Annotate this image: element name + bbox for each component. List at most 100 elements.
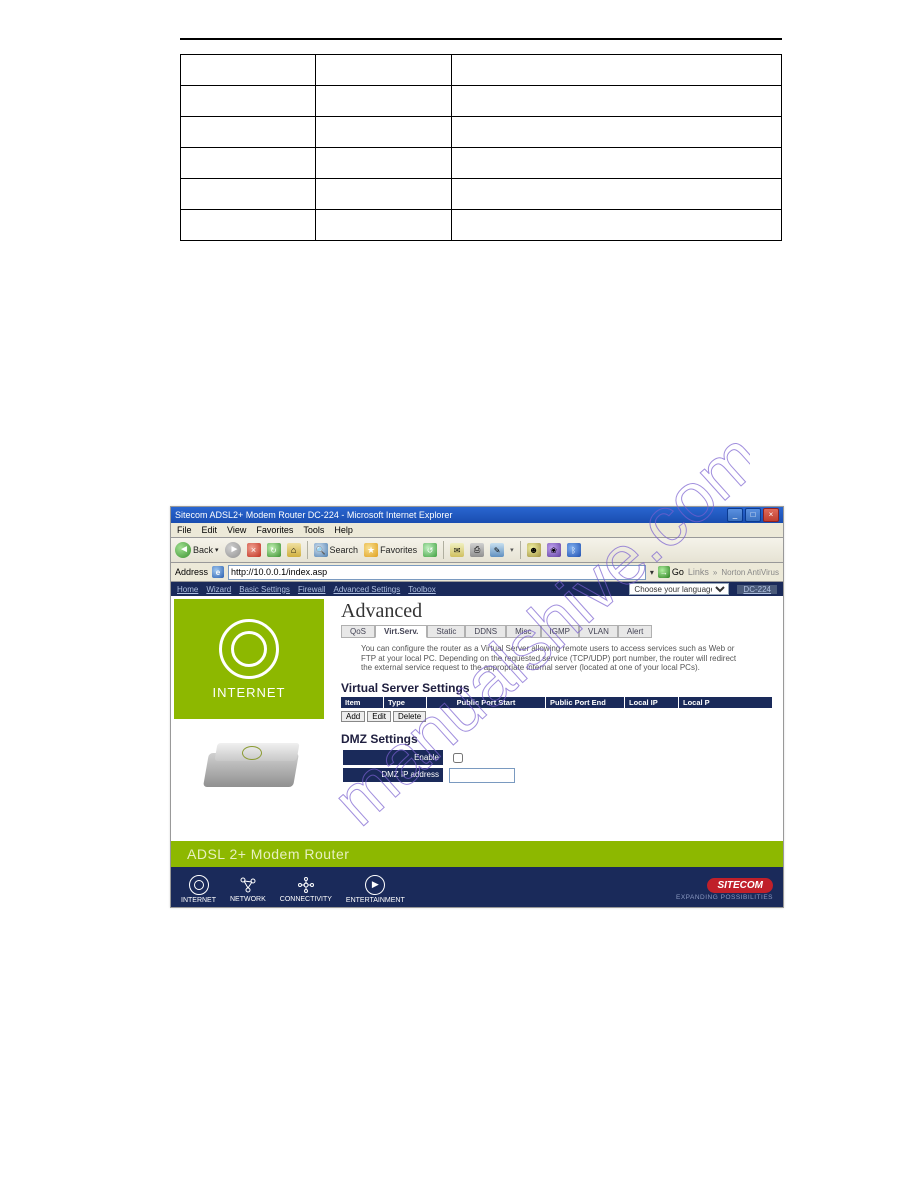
menu-view[interactable]: View — [227, 525, 246, 535]
bn-network[interactable]: NETWORK — [230, 876, 266, 903]
tab-virtserv[interactable]: Virt.Serv. — [375, 625, 427, 638]
window-title: Sitecom ADSL2+ Modem Router DC-224 - Mic… — [175, 510, 452, 520]
tab-static[interactable]: Static — [427, 625, 465, 638]
main-panel: Advanced QoS Virt.Serv. Static DDNS Misc… — [331, 596, 783, 841]
refresh-icon[interactable]: ↻ — [267, 543, 281, 557]
menu-favorites[interactable]: Favorites — [256, 525, 293, 535]
back-icon: ◄ — [175, 542, 191, 558]
sidebar: INTERNET — [171, 596, 331, 841]
menu-file[interactable]: File — [177, 525, 192, 535]
tab-igmp[interactable]: IGMP — [541, 625, 579, 638]
research-icon[interactable]: ❀ — [547, 543, 561, 557]
col-pps: Public Port Start — [427, 697, 546, 708]
dmz-enable-label: Enable — [343, 750, 443, 766]
menu-edit[interactable]: Edit — [202, 525, 218, 535]
forward-icon: ► — [225, 542, 241, 558]
search-icon: 🔍 — [314, 543, 328, 557]
sub-tabs: QoS Virt.Serv. Static DDNS Misc IGMP VLA… — [341, 625, 773, 638]
separator — [520, 541, 521, 559]
device-label: DC-224 — [737, 585, 777, 594]
table-row — [181, 55, 782, 86]
dmz-title: DMZ Settings — [341, 732, 773, 746]
description-text: You can configure the router as a Virtua… — [361, 644, 741, 673]
dropdown-icon[interactable]: ▾ — [650, 568, 654, 577]
links-label[interactable]: Links — [688, 567, 709, 577]
chevron-down-icon[interactable]: ▾ — [510, 546, 514, 554]
nav-toolbox[interactable]: Toolbox — [408, 585, 436, 594]
param-table — [180, 54, 782, 241]
table-row — [181, 117, 782, 148]
internet-label: INTERNET — [213, 685, 286, 700]
router-image — [196, 739, 306, 794]
dmz-ip-input[interactable] — [449, 768, 515, 783]
delete-button[interactable]: Delete — [393, 711, 426, 722]
browser-window: Sitecom ADSL2+ Modem Router DC-224 - Mic… — [170, 506, 784, 908]
entertainment-icon: ▶ — [365, 875, 385, 895]
title-bar: Sitecom ADSL2+ Modem Router DC-224 - Mic… — [171, 507, 783, 523]
address-input[interactable] — [228, 565, 646, 580]
col-ppe: Public Port End — [546, 697, 625, 708]
address-bar: Address e ▾ → Go Links » Norton AntiViru… — [171, 563, 783, 582]
language-select[interactable]: Choose your language — [629, 583, 729, 595]
tab-vlan[interactable]: VLAN — [579, 625, 618, 638]
table-row — [181, 210, 782, 241]
dmz-table: Enable DMZ IP address — [341, 748, 521, 785]
sidebar-internet-tile[interactable]: INTERNET — [174, 599, 324, 719]
col-localp: Local P — [679, 697, 773, 708]
bn-entertainment[interactable]: ▶ ENTERTAINMENT — [346, 875, 405, 904]
maximize-button[interactable]: □ — [745, 508, 761, 522]
edit-button[interactable]: Edit — [367, 711, 391, 722]
favorites-button[interactable]: ★ Favorites — [364, 543, 417, 557]
brand-logo: SITECOM EXPANDING POSSIBILITIES — [676, 878, 773, 901]
menu-bar: File Edit View Favorites Tools Help — [171, 523, 783, 538]
nav-home[interactable]: Home — [177, 585, 198, 594]
separator — [443, 541, 444, 559]
tab-qos[interactable]: QoS — [341, 625, 375, 638]
edit-icon[interactable]: ✎ — [490, 543, 504, 557]
tab-ddns[interactable]: DDNS — [465, 625, 506, 638]
menu-tools[interactable]: Tools — [303, 525, 324, 535]
search-button[interactable]: 🔍 Search — [314, 543, 359, 557]
table-row — [181, 148, 782, 179]
back-button[interactable]: ◄ Back ▾ — [175, 542, 219, 558]
mail-icon[interactable]: ✉ — [450, 543, 464, 557]
history-icon[interactable]: ↺ — [423, 543, 437, 557]
col-localip: Local IP — [625, 697, 679, 708]
home-icon[interactable]: ⌂ — [287, 543, 301, 557]
print-icon[interactable]: ⎙ — [470, 543, 484, 557]
col-type: Type — [384, 697, 427, 708]
stop-icon[interactable]: × — [247, 543, 261, 557]
network-icon — [239, 876, 257, 894]
bn-internet[interactable]: INTERNET — [181, 875, 216, 904]
dmz-enable-checkbox[interactable] — [453, 753, 463, 763]
nav-advanced-settings[interactable]: Advanced Settings — [334, 585, 401, 594]
menu-help[interactable]: Help — [334, 525, 353, 535]
separator — [307, 541, 308, 559]
tab-alert[interactable]: Alert — [618, 625, 652, 638]
nav-wizard[interactable]: Wizard — [206, 585, 231, 594]
norton-toolbar[interactable]: Norton AntiVirus — [721, 568, 779, 577]
favorites-icon: ★ — [364, 543, 378, 557]
nav-firewall[interactable]: Firewall — [298, 585, 326, 594]
toolbar: ◄ Back ▾ ► × ↻ ⌂ 🔍 Search ★ Favorites — [171, 538, 783, 563]
app-top-nav: Home Wizard Basic Settings Firewall Adva… — [171, 582, 783, 596]
vss-header: Item Type Public Port Start Public Port … — [341, 697, 773, 708]
internet-icon — [189, 875, 209, 895]
dmz-ip-label: DMZ IP address — [343, 768, 443, 783]
go-button[interactable]: → Go — [658, 566, 684, 578]
messenger-icon[interactable]: ☻ — [527, 543, 541, 557]
chevron-down-icon: ▾ — [215, 546, 219, 554]
forward-button[interactable]: ► — [225, 542, 241, 558]
bluetooth-icon[interactable]: ᛒ — [567, 543, 581, 557]
table-row — [181, 86, 782, 117]
ie-page-icon: e — [212, 566, 224, 578]
internet-icon — [219, 619, 279, 679]
close-button[interactable]: × — [763, 508, 779, 522]
bn-connectivity[interactable]: CONNECTIVITY — [280, 876, 332, 903]
table-row — [181, 179, 782, 210]
tab-misc[interactable]: Misc — [506, 625, 540, 638]
minimize-button[interactable]: _ — [727, 508, 743, 522]
add-button[interactable]: Add — [341, 711, 365, 722]
nav-basic-settings[interactable]: Basic Settings — [239, 585, 290, 594]
vss-title: Virtual Server Settings — [341, 681, 773, 695]
